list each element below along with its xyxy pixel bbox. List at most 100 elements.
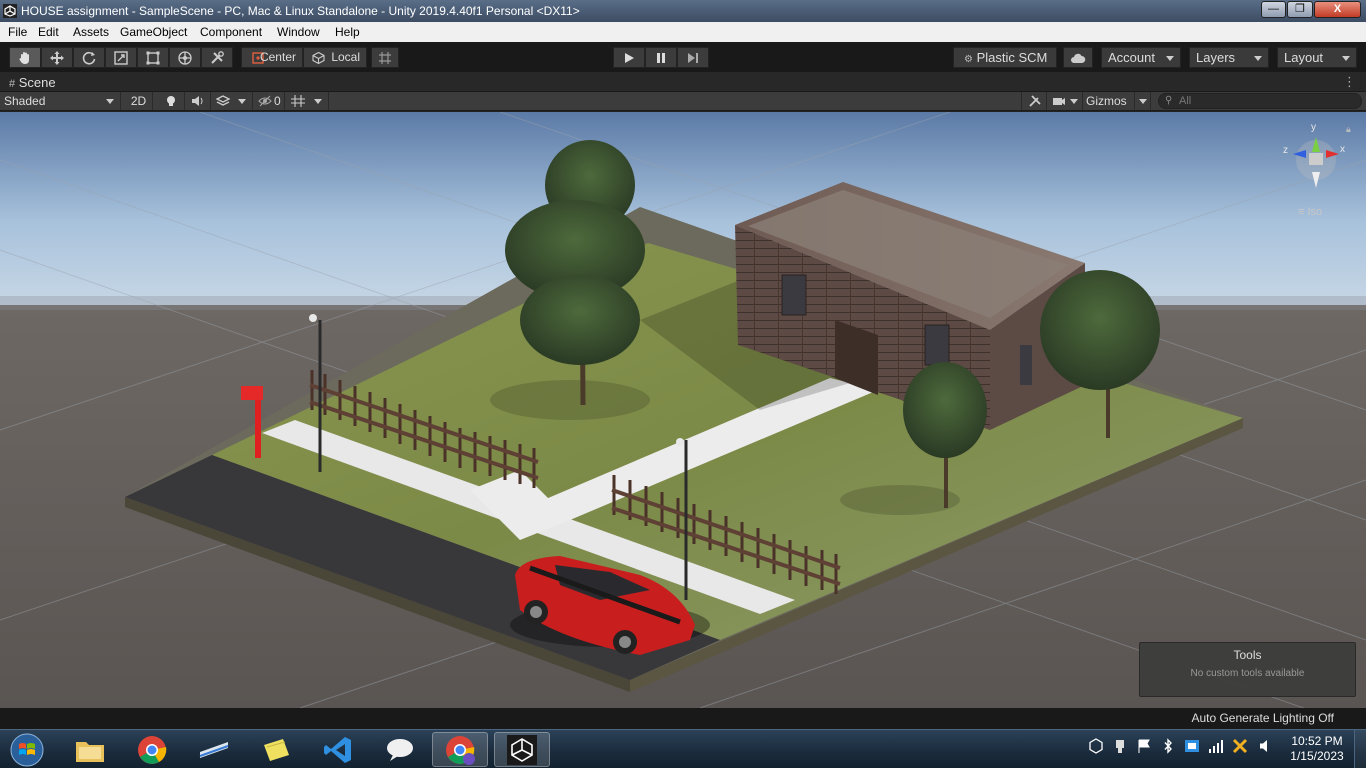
effects-dropdown[interactable]: [211, 92, 253, 110]
tray-volume-icon[interactable]: [1258, 738, 1274, 754]
grid-snap-button[interactable]: [371, 47, 399, 68]
main-toolbar: Center Local ⚙ Plastic SCM Account Layer…: [0, 42, 1366, 72]
tray-warning-icon[interactable]: [1232, 738, 1248, 754]
tools-title: Tools: [1233, 648, 1262, 662]
minimize-button[interactable]: —: [1261, 1, 1286, 18]
tools-icon: [211, 50, 224, 64]
maximize-button[interactable]: ❐: [1287, 1, 1313, 18]
eye-slash-icon: [258, 95, 272, 107]
rotate-tool-button[interactable]: [73, 47, 105, 68]
lighting-toggle[interactable]: [157, 92, 185, 110]
pivot-local-button[interactable]: Local: [303, 47, 367, 68]
tray-network-adapter-icon[interactable]: [1184, 738, 1200, 754]
scene-view-toolbar: Shaded 2D 0 Gizmos ⚲ All: [0, 92, 1366, 111]
clock-date: 1/15/2023: [1290, 749, 1344, 763]
plastic-scm-label: Plastic SCM: [976, 50, 1048, 65]
plastic-scm-icon: ⚙: [964, 54, 973, 65]
gizmos-button[interactable]: Gizmos: [1083, 92, 1135, 110]
show-desktop-button[interactable]: [1354, 730, 1366, 768]
taskbar-file-explorer[interactable]: [62, 732, 118, 767]
gizmo-axis-z[interactable]: z: [1283, 145, 1288, 156]
draw-mode-label: Shaded: [4, 94, 46, 108]
taskbar-scanner[interactable]: [186, 732, 242, 767]
more-options-icon[interactable]: ⋮: [1343, 74, 1356, 90]
menu-edit[interactable]: Edit: [38, 25, 59, 39]
projection-toggle[interactable]: ≡ Iso: [1298, 206, 1322, 218]
folder-icon: [76, 741, 104, 762]
scene-viewport[interactable]: y x z 🔒︎: [0, 112, 1366, 708]
pivot-center-button[interactable]: Center: [241, 47, 303, 68]
effects-icon: [216, 95, 230, 106]
menu-gameobject[interactable]: GameObject: [120, 25, 187, 39]
camera-icon: [1053, 98, 1065, 105]
space-label: Local: [331, 50, 360, 64]
taskbar-chrome-profile[interactable]: [432, 732, 488, 767]
move-tool-button[interactable]: [41, 47, 73, 68]
menu-component[interactable]: Component: [200, 25, 262, 39]
rect-tool-button[interactable]: [137, 47, 169, 68]
unity-logo-icon: [3, 4, 17, 18]
layout-label: Layout: [1284, 50, 1324, 65]
cloud-button[interactable]: [1063, 47, 1093, 68]
play-button[interactable]: [613, 47, 645, 68]
tab-scene[interactable]: # Scene: [9, 75, 56, 90]
lighting-status[interactable]: Auto Generate Lighting Off: [1191, 711, 1334, 725]
windows-taskbar: 10:52 PM 1/15/2023: [0, 729, 1366, 768]
tray-signal-icon[interactable]: [1208, 738, 1224, 754]
scene-grid-icon: #: [9, 78, 16, 90]
clock-time: 10:52 PM: [1291, 734, 1343, 748]
chrome-profile-icon: [446, 735, 475, 765]
step-button[interactable]: [677, 47, 709, 68]
rotate-icon: [82, 51, 96, 65]
scene-tools-toggle[interactable]: [1021, 92, 1047, 110]
gizmo-axis-x[interactable]: x: [1340, 144, 1345, 155]
chevron-down-icon: [314, 99, 322, 104]
scene-lock-icon[interactable]: 🔒︎: [1346, 124, 1351, 135]
plastic-scm-button[interactable]: ⚙ Plastic SCM: [953, 47, 1057, 68]
chevron-down-icon: [238, 99, 246, 104]
account-dropdown[interactable]: Account: [1101, 47, 1181, 68]
layers-dropdown[interactable]: Layers: [1189, 47, 1269, 68]
menu-window[interactable]: Window: [277, 25, 320, 39]
menu-bar: File Edit Assets GameObject Component Wi…: [0, 22, 1366, 42]
taskbar-messaging[interactable]: [372, 732, 428, 767]
taskbar-visual-studio-code[interactable]: [310, 732, 366, 767]
start-button[interactable]: [0, 732, 54, 767]
toggle-2d-button[interactable]: 2D: [125, 92, 153, 110]
pause-button[interactable]: [645, 47, 677, 68]
gizmo-axis-y[interactable]: y: [1311, 122, 1316, 133]
draw-mode-dropdown[interactable]: Shaded: [0, 92, 121, 110]
taskbar-chrome[interactable]: [124, 732, 180, 767]
hidden-objects-toggle[interactable]: 0: [253, 92, 285, 110]
menu-assets[interactable]: Assets: [73, 25, 109, 39]
scale-tool-button[interactable]: [105, 47, 137, 68]
light-bulb-icon: [167, 96, 175, 106]
gizmos-dropdown[interactable]: [1135, 92, 1151, 110]
tray-action-center-icon[interactable]: [1136, 738, 1152, 754]
grid-snap-icon: [379, 51, 391, 64]
layout-dropdown[interactable]: Layout: [1277, 47, 1357, 68]
taskbar-unity[interactable]: [494, 732, 550, 767]
menu-help[interactable]: Help: [335, 25, 360, 39]
scene-search-input[interactable]: ⚲ All: [1158, 93, 1362, 109]
custom-tool-button[interactable]: [201, 47, 233, 68]
camera-dropdown[interactable]: [1047, 92, 1083, 110]
taskbar-clock[interactable]: 10:52 PM 1/15/2023: [1282, 734, 1352, 764]
status-bar: Auto Generate Lighting Off: [0, 708, 1366, 729]
menu-file[interactable]: File: [8, 25, 27, 39]
hand-tool-button[interactable]: [9, 47, 41, 68]
search-placeholder: All: [1179, 95, 1192, 107]
tray-bluetooth-icon[interactable]: [1160, 738, 1176, 754]
taskbar-sticky-notes[interactable]: [248, 732, 304, 767]
scanner-icon: [199, 741, 229, 758]
close-button[interactable]: X: [1314, 1, 1361, 18]
tools-message: No custom tools available: [1190, 668, 1305, 679]
audio-toggle[interactable]: [185, 92, 211, 110]
speaker-icon: [192, 96, 203, 106]
transform-tool-button[interactable]: [169, 47, 201, 68]
scene-tab-header: # Scene ⋮: [0, 72, 1366, 92]
move-icon: [50, 50, 64, 65]
tray-unity-hub-icon[interactable]: [1088, 738, 1104, 754]
tray-usb-icon[interactable]: [1112, 738, 1128, 754]
grid-visibility-dropdown[interactable]: [287, 92, 329, 110]
